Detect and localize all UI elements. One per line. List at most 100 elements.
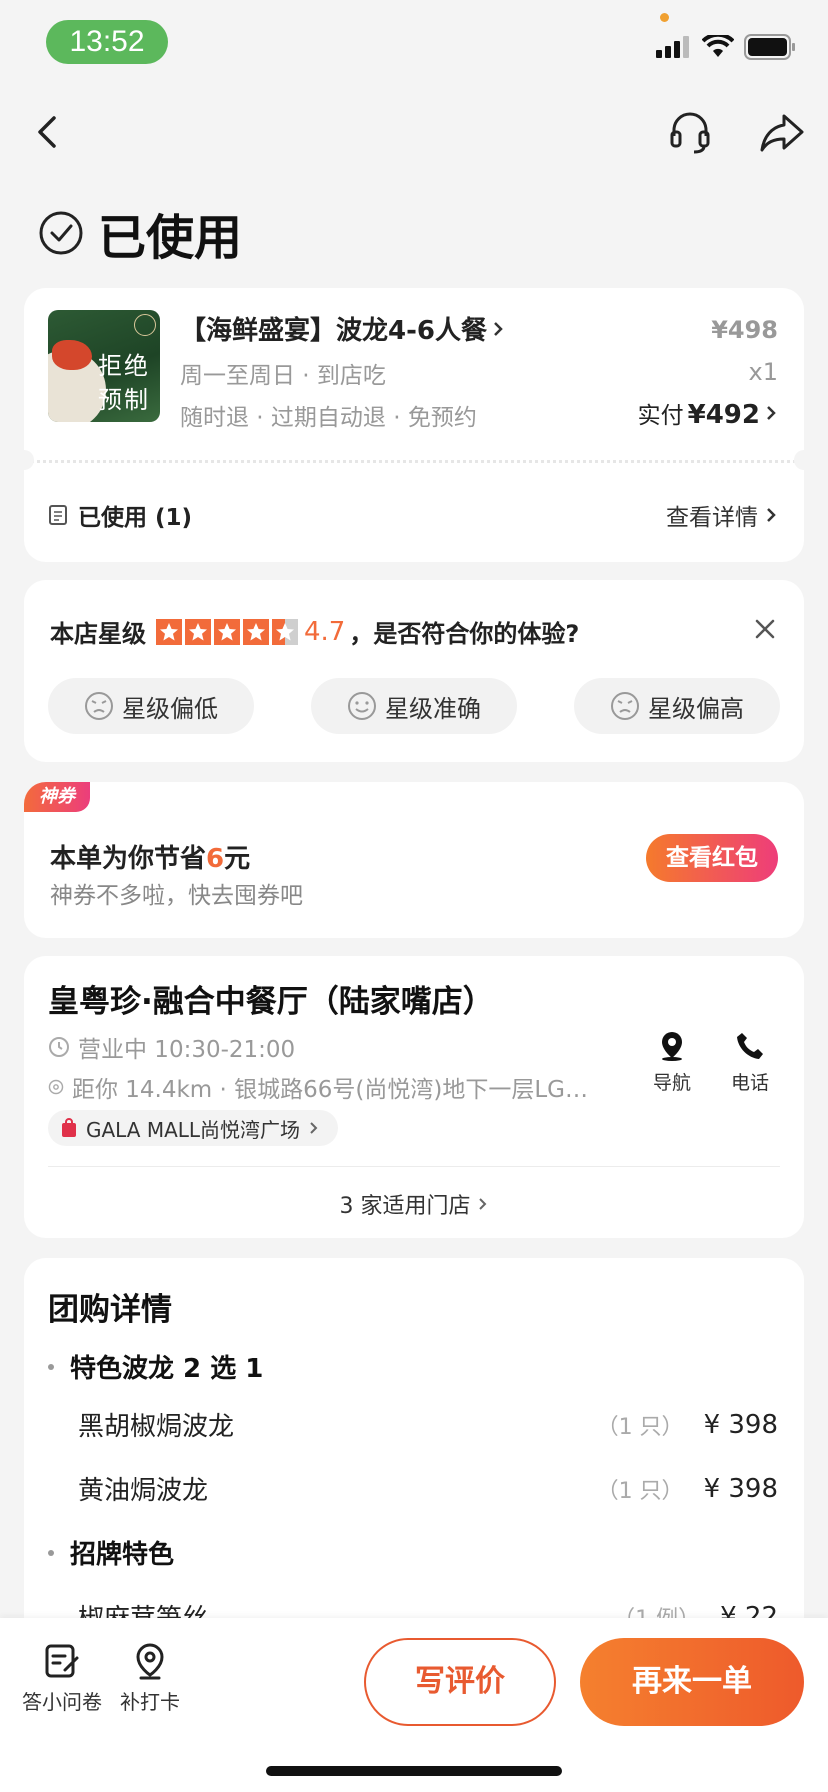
store-hours-row: 营业中 10:30-21:00 (48, 1030, 295, 1064)
rating-question-text: ，是否符合你的体验? (349, 620, 580, 648)
ticket-divider (24, 460, 804, 463)
store-info-card: 皇粤珍·融合中餐厅（陆家嘴店） 营业中 10:30-21:00 距你 14.4k… (24, 956, 804, 1238)
menu-section-header: 特色波龙 2 选 1 (48, 1348, 263, 1385)
edit-form-icon (45, 1644, 79, 1678)
call-button[interactable]: 电话 (720, 1030, 780, 1095)
thumbnail-text-2: 预制 (98, 386, 150, 414)
brand-logo-icon (134, 314, 156, 336)
rating-high-button[interactable]: 星级偏高 (574, 678, 780, 734)
order-status-header: 已使用 (38, 198, 242, 268)
view-red-packet-button[interactable]: 查看红包 (646, 834, 778, 882)
divider (48, 1166, 780, 1167)
half-star-icon (272, 618, 298, 645)
privacy-indicator-dot (660, 13, 669, 22)
checkin-label: 补打卡 (120, 1690, 180, 1714)
star-icon (156, 618, 182, 645)
rating-high-label: 星级偏高 (648, 694, 744, 723)
rating-question: 本店星级 4.7 ，是否符合你的体验? (50, 614, 579, 649)
share-icon[interactable] (758, 108, 806, 156)
status-time: 13:52 (46, 20, 168, 64)
star-rating (156, 618, 298, 645)
menu-item-price: ¥ 398 (703, 1473, 778, 1504)
mall-name: GALA MALL尚悦湾广场 (86, 1117, 301, 1142)
chevron-right-icon (767, 406, 776, 420)
view-details-label: 查看详情 (666, 505, 758, 531)
menu-item-count: （1 只） (596, 1414, 684, 1440)
phone-icon (737, 1033, 763, 1059)
check-circle-icon (39, 211, 83, 255)
rating-options: 星级偏低 星级准确 星级偏高 (48, 678, 780, 734)
rating-feedback-card: 本店星级 4.7 ，是否符合你的体验? 星级偏低 星级准确 星级偏高 (24, 580, 804, 762)
questionnaire-button[interactable]: 答小问卷 (22, 1642, 102, 1715)
close-icon[interactable] (752, 616, 778, 642)
customer-service-icon[interactable] (668, 108, 712, 156)
menu-item-name: 黄油焗波龙 (78, 1476, 209, 1506)
order-card: 拒绝 预制 【海鲜盛宴】波龙4-6人餐 周一至周日 · 到店吃 随时退 · 过期… (14, 288, 814, 562)
menu-section-name: 招牌特色 (70, 1540, 175, 1570)
applicable-stores-button[interactable]: 3 家适用门店 (24, 1188, 804, 1220)
paid-amount-link[interactable]: 实付 ¥492 (638, 396, 778, 430)
reorder-button[interactable]: 再来一单 (580, 1638, 804, 1726)
frown-face-icon (85, 692, 113, 720)
product-title-link[interactable]: 【海鲜盛宴】波龙4-6人餐 (180, 310, 505, 347)
chevron-right-icon (494, 321, 503, 336)
navigation-pin-icon (662, 1032, 682, 1061)
rating-low-button[interactable]: 星级偏低 (48, 678, 254, 734)
signal-icon (656, 36, 689, 58)
used-count: 已使用 (1) (78, 505, 193, 531)
store-name[interactable]: 皇粤珍·融合中餐厅（陆家嘴店） (48, 976, 494, 1021)
rating-low-label: 星级偏低 (122, 694, 218, 723)
store-address: 距你 14.4km · 银城路66号(尚悦湾)地下一层LG… (71, 1077, 588, 1103)
battery-icon (744, 34, 795, 60)
mall-tag[interactable]: GALA MALL尚悦湾广场 (48, 1110, 339, 1146)
document-icon (49, 505, 67, 525)
store-hours: 营业中 10:30-21:00 (78, 1037, 296, 1063)
product-thumbnail[interactable]: 拒绝 预制 (48, 310, 160, 422)
quantity: x1 (748, 358, 778, 386)
rating-accurate-button[interactable]: 星级准确 (311, 678, 517, 734)
rating-score: 4.7 (304, 616, 346, 647)
view-details-button[interactable]: 查看详情 (666, 498, 778, 532)
store-address-row[interactable]: 距你 14.4km · 银城路66号(尚悦湾)地下一层LG… (48, 1070, 588, 1104)
star-icon (185, 618, 211, 645)
write-review-button[interactable]: 写评价 (364, 1638, 556, 1726)
product-title: 【海鲜盛宴】波龙4-6人餐 (180, 316, 487, 346)
call-label: 电话 (730, 1072, 769, 1094)
group-purchase-details: 团购详情 特色波龙 2 选 1 黑胡椒焗波龙 （1 只） ¥ 398 黄油焗波龙… (24, 1258, 804, 1678)
location-checkin-icon (136, 1643, 164, 1680)
savings-amount: 6 (206, 844, 225, 874)
savings-text: 本单为你节省6元 (50, 838, 250, 875)
checkin-button[interactable]: 补打卡 (120, 1642, 180, 1715)
coupon-tag: 神券 (24, 782, 90, 812)
smile-face-icon (348, 692, 376, 720)
navigate-button[interactable]: 导航 (642, 1030, 702, 1095)
thumbnail-text-1: 拒绝 (98, 352, 150, 380)
original-price: ¥498 (711, 316, 778, 344)
paid-amount: ¥492 (687, 400, 760, 430)
savings-suffix: 元 (224, 844, 251, 874)
product-availability: 周一至周日 · 到店吃 (180, 363, 386, 389)
product-policy: 随时退 · 过期自动退 · 免预约 (180, 405, 477, 431)
star-icon (243, 618, 269, 645)
back-icon[interactable] (28, 108, 68, 156)
shopping-bag-icon (62, 1118, 76, 1137)
section-title: 团购详情 (48, 1292, 172, 1328)
chevron-right-icon (478, 1198, 486, 1210)
menu-item: 黑胡椒焗波龙 （1 只） ¥ 398 (78, 1406, 778, 1443)
menu-item-price: ¥ 398 (703, 1409, 778, 1440)
star-icon (214, 618, 240, 645)
menu-section-name: 特色波龙 2 选 1 (70, 1354, 264, 1384)
coupon-savings-card: 神券 本单为你节省6元 神券不多啦，快去囤券吧 查看红包 (24, 782, 804, 938)
savings-prefix: 本单为你节省 (50, 844, 207, 874)
menu-item-count: （1 只） (596, 1478, 684, 1504)
menu-item: 黄油焗波龙 （1 只） ¥ 398 (78, 1470, 778, 1507)
menu-item-name: 黑胡椒焗波龙 (78, 1412, 235, 1442)
paid-label: 实付 (637, 403, 684, 429)
status-icons (656, 34, 796, 60)
rating-label: 本店星级 (50, 620, 146, 648)
questionnaire-label: 答小问卷 (22, 1690, 102, 1714)
wifi-icon (702, 35, 734, 57)
applicable-stores-label: 3 家适用门店 (339, 1194, 471, 1219)
frown-face-icon (611, 692, 639, 720)
bullet (48, 1549, 54, 1556)
